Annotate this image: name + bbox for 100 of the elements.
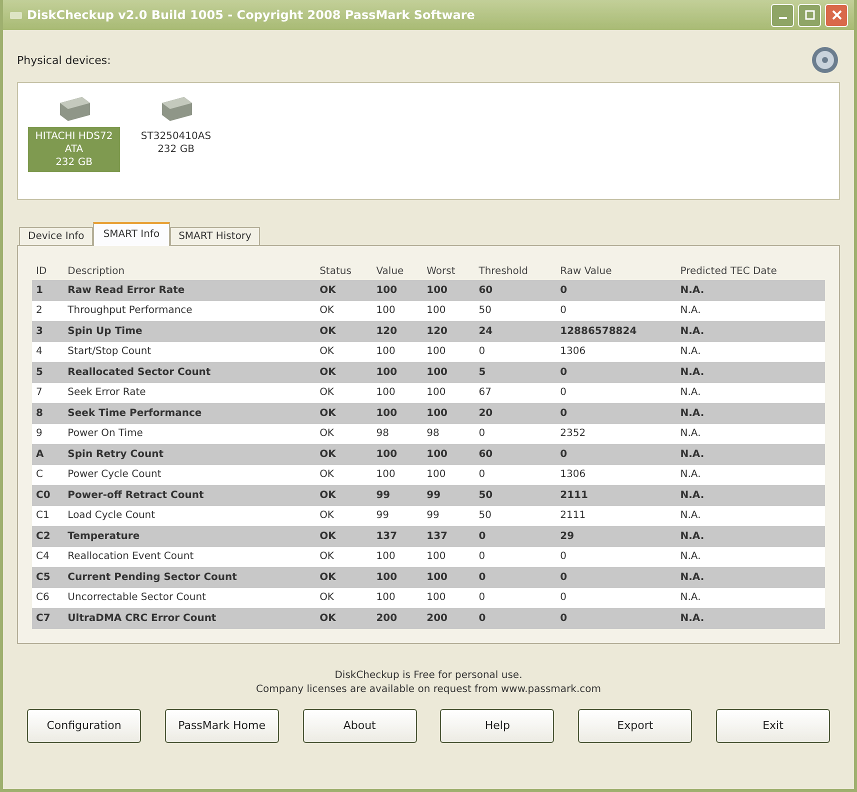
table-cell: N.A. xyxy=(676,382,825,403)
column-header[interactable]: Predicted TEC Date xyxy=(676,262,825,280)
column-header[interactable]: Status xyxy=(316,262,372,280)
table-cell: 200 xyxy=(422,608,475,628)
table-row[interactable]: C7 UltraDMA CRC Error Count OK 200 200 0 0 N.A. xyxy=(32,608,825,628)
maximize-button[interactable] xyxy=(798,4,821,26)
tab[interactable]: SMART Info xyxy=(93,222,170,246)
table-cell: 0 xyxy=(556,567,676,588)
table-cell: 100 xyxy=(422,300,475,321)
table-row[interactable]: 9 Power On Time OK 98 98 0 2352 N.A. xyxy=(32,424,825,444)
table-cell: OK xyxy=(316,485,372,506)
column-header[interactable]: Value xyxy=(372,262,423,280)
table-cell: N.A. xyxy=(676,608,825,628)
table-cell: 0 xyxy=(474,342,556,362)
maximize-icon xyxy=(804,10,814,20)
table-cell: 8 xyxy=(32,403,64,424)
action-button[interactable]: Configuration xyxy=(27,708,141,742)
table-cell: 100 xyxy=(422,280,475,300)
action-button[interactable]: Exit xyxy=(716,708,830,742)
column-header[interactable]: Description xyxy=(64,262,316,280)
action-button[interactable]: PassMark Home xyxy=(164,708,279,742)
table-cell: C0 xyxy=(32,485,64,506)
table-cell: OK xyxy=(316,362,372,382)
table-cell: 100 xyxy=(372,444,423,464)
table-cell: 100 xyxy=(422,382,475,403)
table-cell: 120 xyxy=(372,321,423,342)
table-cell: 100 xyxy=(372,280,423,300)
table-cell: N.A. xyxy=(676,403,825,424)
table-cell: 100 xyxy=(372,567,423,588)
action-button[interactable]: Export xyxy=(578,708,692,742)
table-cell: 0 xyxy=(474,546,556,567)
table-row[interactable]: C0 Power-off Retract Count OK 99 99 50 2111 N.A. xyxy=(32,485,825,506)
table-row[interactable]: A Spin Retry Count OK 100 100 60 0 N.A. xyxy=(32,444,825,464)
table-cell: Raw Read Error Rate xyxy=(64,280,316,300)
table-row[interactable]: 2 Throughput Performance OK 100 100 50 0 N.A. xyxy=(32,300,825,321)
table-cell: 100 xyxy=(372,588,423,608)
device-item[interactable]: ST3250410AS 232 GB xyxy=(130,127,222,159)
table-cell: N.A. xyxy=(676,464,825,485)
table-cell: 0 xyxy=(474,608,556,628)
tab[interactable]: Device Info xyxy=(19,227,94,246)
table-cell: OK xyxy=(316,342,372,362)
column-header[interactable]: Worst xyxy=(422,262,475,280)
table-cell: 67 xyxy=(474,382,556,403)
table-cell: 24 xyxy=(474,321,556,342)
table-cell: 1 xyxy=(32,280,64,300)
table-row[interactable]: C2 Temperature OK 137 137 0 29 N.A. xyxy=(32,526,825,546)
table-cell: Seek Time Performance xyxy=(64,403,316,424)
table-cell: 2111 xyxy=(556,506,676,526)
minimize-button[interactable] xyxy=(771,4,794,26)
window-title: DiskCheckup v2.0 Build 1005 - Copyright 2008 PassMark Software xyxy=(27,8,476,22)
close-button[interactable] xyxy=(825,4,848,26)
table-cell: Start/Stop Count xyxy=(64,342,316,362)
table-cell: 2 xyxy=(32,300,64,321)
table-cell: Reallocation Event Count xyxy=(64,546,316,567)
table-cell: 1306 xyxy=(556,464,676,485)
table-cell: 0 xyxy=(556,362,676,382)
table-row[interactable]: C5 Current Pending Sector Count OK 100 100 0 0 N.A. xyxy=(32,567,825,588)
table-cell: 1306 xyxy=(556,342,676,362)
table-cell: UltraDMA CRC Error Count xyxy=(64,608,316,628)
table-cell: 7 xyxy=(32,382,64,403)
table-row[interactable]: 8 Seek Time Performance OK 100 100 20 0 N.A. xyxy=(32,403,825,424)
table-cell: OK xyxy=(316,300,372,321)
table-cell: OK xyxy=(316,608,372,628)
tab[interactable]: SMART History xyxy=(170,227,260,246)
action-button[interactable]: Help xyxy=(440,708,554,742)
table-cell: C7 xyxy=(32,608,64,628)
table-cell: 2111 xyxy=(556,485,676,506)
table-cell: 0 xyxy=(474,424,556,444)
close-icon xyxy=(832,10,842,20)
table-cell: 100 xyxy=(372,300,423,321)
table-cell: N.A. xyxy=(676,526,825,546)
table-cell: 100 xyxy=(422,546,475,567)
table-row[interactable]: C6 Uncorrectable Sector Count OK 100 100 0 0 N.A. xyxy=(32,588,825,608)
table-cell: 0 xyxy=(474,526,556,546)
column-header[interactable]: Threshold xyxy=(474,262,556,280)
table-cell: OK xyxy=(316,546,372,567)
table-cell: 98 xyxy=(422,424,475,444)
action-button[interactable]: About xyxy=(302,708,417,742)
table-cell: Seek Error Rate xyxy=(64,382,316,403)
table-cell: 100 xyxy=(372,464,423,485)
table-row[interactable]: C Power Cycle Count OK 100 100 0 1306 N.A. xyxy=(32,464,825,485)
disk-icon[interactable] xyxy=(810,45,840,75)
table-cell: 60 xyxy=(474,444,556,464)
table-cell: 99 xyxy=(422,506,475,526)
table-row[interactable]: 7 Seek Error Rate OK 100 100 67 0 N.A. xyxy=(32,382,825,403)
table-cell: C2 xyxy=(32,526,64,546)
table-cell: 4 xyxy=(32,342,64,362)
table-cell: 100 xyxy=(372,403,423,424)
column-header[interactable]: ID xyxy=(32,262,64,280)
table-cell: N.A. xyxy=(676,567,825,588)
column-header[interactable]: Raw Value xyxy=(556,262,676,280)
table-row[interactable]: C4 Reallocation Event Count OK 100 100 0 0 N.A. xyxy=(32,546,825,567)
table-cell: OK xyxy=(316,588,372,608)
table-row[interactable]: C1 Load Cycle Count OK 99 99 50 2111 N.A. xyxy=(32,506,825,526)
table-cell: Reallocated Sector Count xyxy=(64,362,316,382)
table-cell: C4 xyxy=(32,546,64,567)
table-cell: 99 xyxy=(372,506,423,526)
table-row[interactable]: 4 Start/Stop Count OK 100 100 0 1306 N.A. xyxy=(32,342,825,362)
table-cell: N.A. xyxy=(676,444,825,464)
table-cell: 0 xyxy=(556,608,676,628)
